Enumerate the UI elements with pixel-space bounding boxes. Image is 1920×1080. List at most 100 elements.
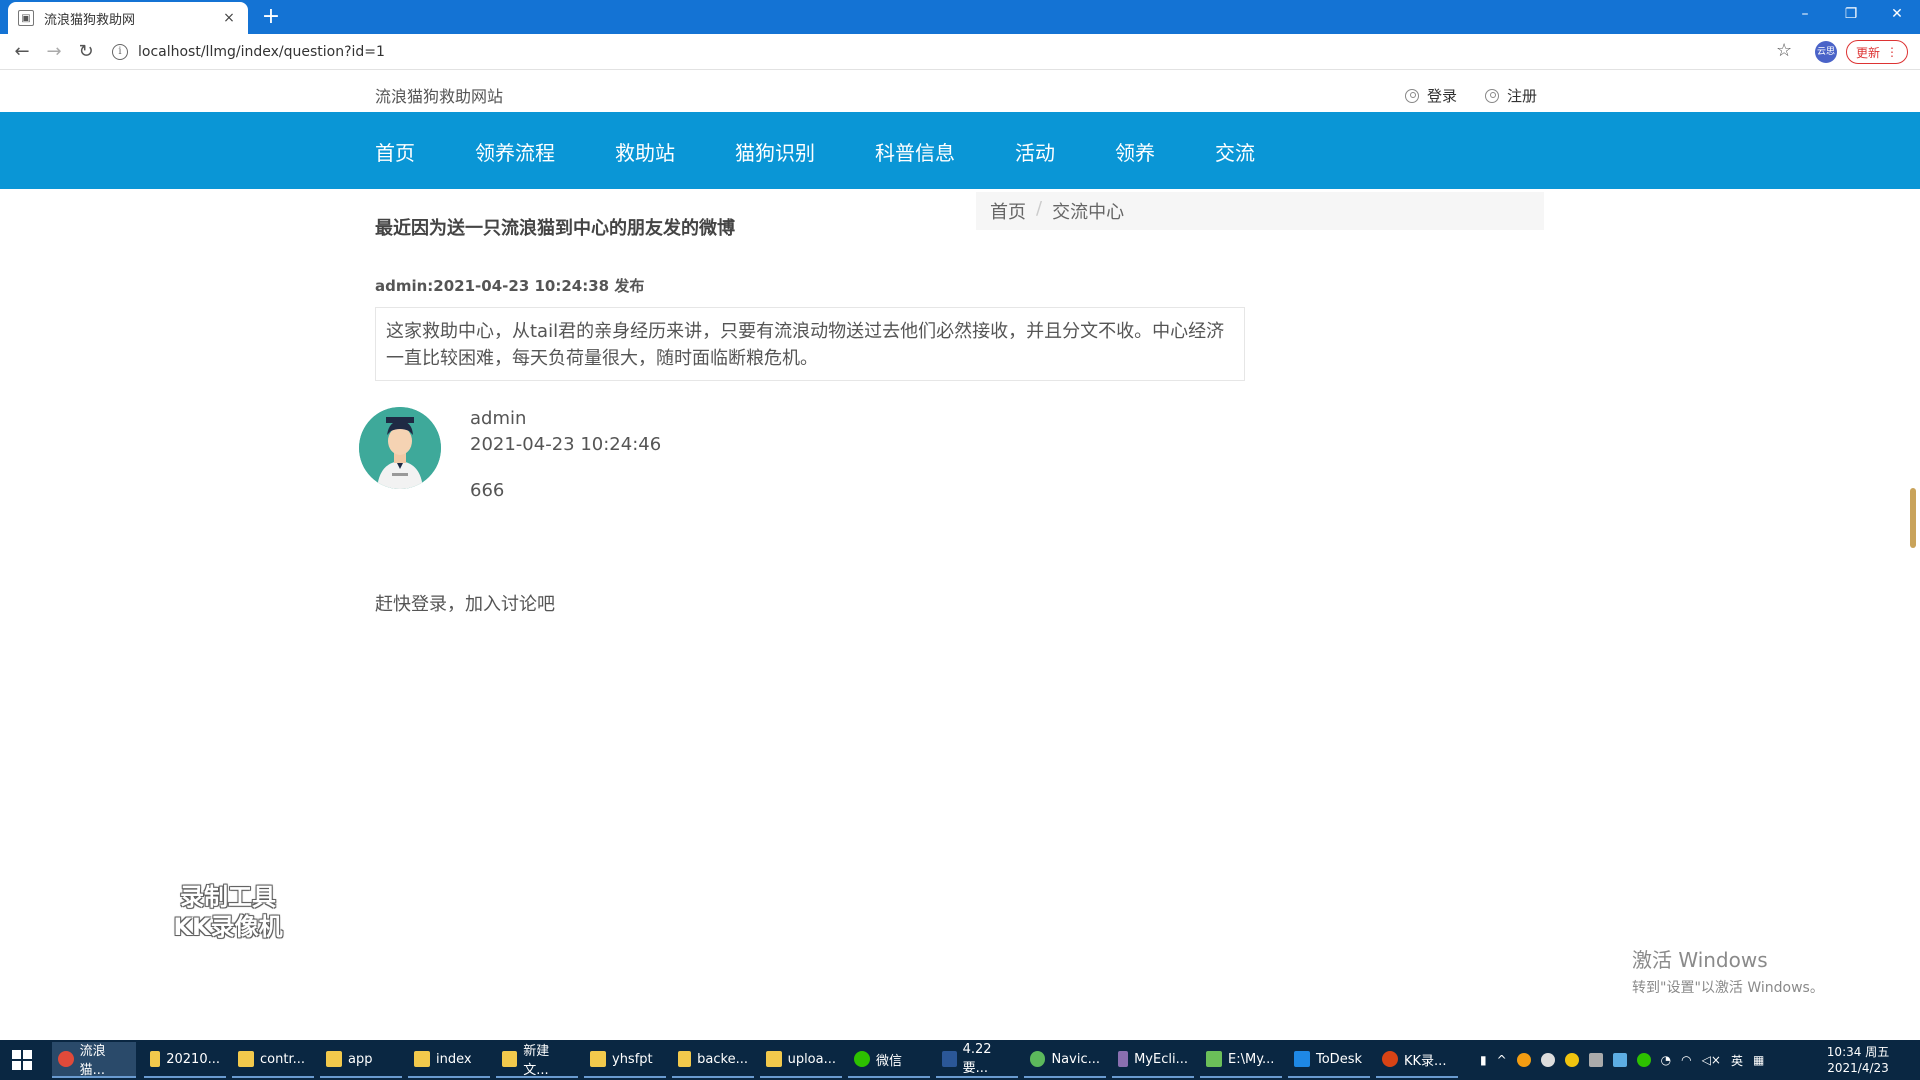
breadcrumb: 首页 / 交流中心: [990, 198, 1124, 224]
register-link[interactable]: 注册: [1485, 85, 1537, 106]
recorder-watermark: 录制工具 KK录像机: [160, 882, 296, 942]
battery-icon[interactable]: ▮: [1480, 1053, 1487, 1067]
address-bar[interactable]: i localhost/llmg/index/question?id=1: [112, 39, 1782, 65]
nav-item-pet-recognition[interactable]: 猫狗识别: [735, 137, 815, 166]
taskbar-item-myeclipse[interactable]: MyEcli...: [1112, 1042, 1194, 1078]
post-meta: admin:2021-04-23 10:24:38 发布: [375, 277, 645, 295]
navicat-icon: [1030, 1051, 1046, 1067]
profile-avatar[interactable]: 云思: [1815, 41, 1837, 63]
browser-toolbar: ← → ↻ i localhost/llmg/index/question?id…: [0, 34, 1920, 70]
breadcrumb-panel: 首页 / 交流中心: [976, 192, 1544, 230]
kk-recorder-icon: [1382, 1051, 1398, 1067]
comment-user: admin: [470, 408, 527, 429]
site-name: 流浪猫狗救助网站: [375, 87, 504, 106]
nav-item-home[interactable]: 首页: [375, 137, 415, 166]
nav-item-science-info[interactable]: 科普信息: [875, 137, 955, 166]
taskbar-item-folder[interactable]: app: [320, 1042, 402, 1078]
windows-start-icon[interactable]: [12, 1050, 32, 1070]
folder-icon: [678, 1051, 692, 1067]
close-window-button[interactable]: ✕: [1874, 0, 1920, 30]
site-topbar: 流浪猫狗救助网站 登录 注册: [0, 71, 1920, 112]
browser-tab[interactable]: ▣ 流浪猫狗救助网 ×: [8, 2, 248, 34]
tray-app-icon[interactable]: [1564, 1053, 1579, 1067]
site-info-icon[interactable]: i: [112, 44, 128, 60]
nav-item-activities[interactable]: 活动: [1015, 137, 1055, 166]
avatar: [359, 407, 441, 489]
login-label: 登录: [1427, 87, 1458, 105]
clock-date: 2021/4/23: [1827, 1061, 1889, 1075]
minimize-button[interactable]: –: [1782, 0, 1828, 30]
tray-app-icon[interactable]: [1540, 1053, 1555, 1067]
tab-title: 流浪猫狗救助网: [44, 12, 136, 28]
windows-activation-notice: 激活 Windows 转到"设置"以激活 Windows。: [1632, 944, 1824, 997]
wechat-tray-icon[interactable]: [1636, 1053, 1651, 1067]
notepad-icon: [1206, 1051, 1222, 1067]
word-icon: [942, 1051, 957, 1067]
tab-close-icon[interactable]: ×: [220, 10, 238, 26]
nav-item-rescue-station[interactable]: 救助站: [615, 137, 675, 166]
watermark-line-2: KK录像机: [173, 913, 283, 941]
taskbar-clock[interactable]: 10:34 周五 2021/4/23: [1820, 1044, 1896, 1076]
forward-arrow-icon[interactable]: →: [40, 38, 68, 66]
wechat-icon: [854, 1051, 870, 1067]
taskbar-item-todesk[interactable]: ToDesk: [1288, 1042, 1370, 1078]
post-body: 这家救助中心，从tail君的亲身经历来讲，只要有流浪动物送过去他们必然接收，并且…: [375, 307, 1245, 381]
taskbar-item-wechat[interactable]: 微信: [848, 1042, 930, 1078]
ime-indicator[interactable]: 英: [1731, 1052, 1743, 1069]
update-button[interactable]: 更新 ⋮: [1846, 40, 1908, 64]
network-icon[interactable]: ◔: [1661, 1053, 1671, 1067]
windows-taskbar: 流浪猫... 20210... contr... app index 新建文..…: [0, 1040, 1920, 1080]
nav-item-adopt[interactable]: 领养: [1115, 137, 1155, 166]
scrollbar-thumb[interactable]: [1910, 488, 1916, 548]
tray-app-icon[interactable]: [1612, 1053, 1627, 1067]
taskbar-item-folder[interactable]: index: [408, 1042, 490, 1078]
volume-icon[interactable]: ◁×: [1702, 1053, 1721, 1067]
update-label: 更新: [1855, 45, 1880, 60]
clock-time: 10:34 周五: [1826, 1045, 1890, 1059]
doctor-avatar-icon: [359, 407, 441, 489]
nav-item-exchange[interactable]: 交流: [1215, 137, 1255, 166]
reload-icon[interactable]: ↻: [72, 38, 100, 66]
user-icon: [1405, 88, 1419, 103]
tray-app-icon[interactable]: [1588, 1053, 1603, 1067]
folder-icon: [150, 1051, 161, 1067]
taskbar-item-folder[interactable]: contr...: [232, 1042, 314, 1078]
new-tab-button[interactable]: +: [258, 4, 284, 30]
url-text[interactable]: localhost/llmg/index/question?id=1: [138, 44, 385, 60]
taskbar-item-folder[interactable]: 新建文...: [496, 1042, 578, 1078]
nav-item-adoption-process[interactable]: 领养流程: [475, 137, 555, 166]
taskbar-item-chrome[interactable]: 流浪猫...: [52, 1042, 136, 1078]
chevron-up-icon[interactable]: ^: [1497, 1053, 1507, 1067]
login-link[interactable]: 登录: [1405, 85, 1457, 106]
todesk-icon: [1294, 1051, 1310, 1067]
watermark-line-1: 录制工具: [180, 883, 276, 911]
taskbar-item-navicat[interactable]: Navic...: [1024, 1042, 1106, 1078]
breadcrumb-current[interactable]: 交流中心: [1052, 198, 1124, 224]
folder-icon: [326, 1051, 342, 1067]
taskbar-item-notepad[interactable]: E:\My...: [1200, 1042, 1282, 1078]
keyboard-icon[interactable]: ▦: [1753, 1053, 1764, 1067]
taskbar-item-folder[interactable]: yhsfpt: [584, 1042, 666, 1078]
login-prompt[interactable]: 赶快登录，加入讨论吧: [375, 590, 555, 616]
user-icon: [1485, 88, 1499, 103]
wifi-icon[interactable]: ◠: [1681, 1053, 1691, 1067]
main-nav: 首页 领养流程 救助站 猫狗识别 科普信息 活动 领养 交流: [0, 112, 1920, 189]
tray-app-icon[interactable]: [1516, 1053, 1531, 1067]
taskbar-item-kk-recorder[interactable]: KK录...: [1376, 1042, 1458, 1078]
breadcrumb-home[interactable]: 首页: [990, 198, 1026, 224]
bookmark-star-icon[interactable]: ☆: [1776, 40, 1792, 61]
restore-button[interactable]: ❐: [1828, 0, 1874, 30]
taskbar-item-word[interactable]: 4.22要...: [936, 1042, 1018, 1078]
back-arrow-icon[interactable]: ←: [8, 38, 36, 66]
taskbar-item-folder[interactable]: backe...: [672, 1042, 754, 1078]
folder-icon: [590, 1051, 606, 1067]
chrome-icon: [58, 1051, 74, 1067]
comment-time: 2021-04-23 10:24:46: [470, 434, 662, 455]
folder-icon: [502, 1051, 518, 1067]
folder-icon: [766, 1051, 782, 1067]
breadcrumb-separator: /: [1036, 198, 1043, 219]
taskbar-item-folder[interactable]: uploa...: [760, 1042, 842, 1078]
activation-title: 激活 Windows: [1632, 948, 1768, 972]
taskbar-item-folder[interactable]: 20210...: [144, 1042, 226, 1078]
register-label: 注册: [1507, 87, 1538, 105]
